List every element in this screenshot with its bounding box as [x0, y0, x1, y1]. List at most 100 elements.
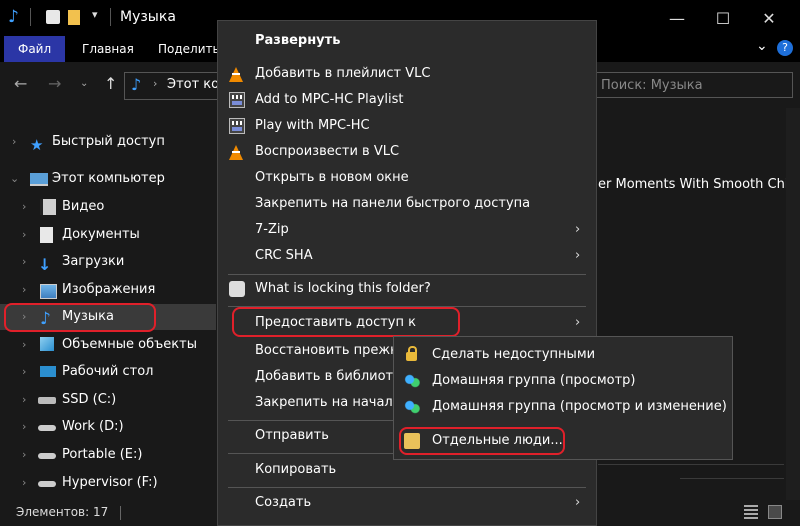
- minimize-button[interactable]: —: [654, 0, 700, 36]
- help-icon[interactable]: ?: [777, 40, 793, 56]
- chevron-right-icon[interactable]: ›: [12, 129, 16, 155]
- chevron-right-icon[interactable]: ›: [22, 277, 26, 303]
- 3d-objects-icon: [40, 337, 54, 351]
- new-folder-icon[interactable]: [68, 10, 80, 25]
- menu-item-label: Воспроизвести в VLC: [255, 144, 400, 159]
- breadcrumb-this-pc[interactable]: Этот ко: [167, 77, 219, 92]
- search-input[interactable]: Поиск: Музыка: [590, 72, 793, 98]
- menu-item-label: Play with MPC-HC: [255, 118, 370, 133]
- chevron-right-icon[interactable]: ›: [22, 332, 26, 358]
- up-arrow-icon[interactable]: ↑: [104, 74, 117, 93]
- properties-check-icon[interactable]: [46, 10, 60, 24]
- menu-item-create[interactable]: Создать ›: [218, 490, 596, 516]
- menu-item-play-mpc[interactable]: Play with MPC-HC: [218, 113, 596, 139]
- items-count: Элементов: 17: [16, 505, 109, 519]
- nav-item-label: Этот компьютер: [52, 171, 165, 186]
- submenu-item-label: Сделать недоступными: [432, 347, 596, 362]
- divider: [110, 8, 111, 26]
- chevron-right-icon[interactable]: ›: [22, 249, 26, 275]
- menu-item-label: Открыть в новом окне: [255, 170, 409, 185]
- chevron-right-icon[interactable]: ›: [22, 222, 26, 248]
- menu-item-crc-sha[interactable]: CRC SHA ›: [218, 243, 596, 269]
- app-music-icon: ♪: [8, 7, 19, 27]
- maximize-button[interactable]: ☐: [700, 0, 746, 36]
- menu-item-open-new-window[interactable]: Открыть в новом окне: [218, 165, 596, 191]
- nav-item-pictures[interactable]: › Изображения: [0, 277, 216, 303]
- menu-item-expand[interactable]: Развернуть: [218, 28, 596, 54]
- nav-item-label: Рабочий стол: [62, 364, 154, 379]
- nav-item-hypervisor-f[interactable]: › Hypervisor (F:): [0, 470, 216, 496]
- menu-item-what-is-locking[interactable]: What is locking this folder?: [218, 276, 596, 302]
- menu-item-pin-quick-access[interactable]: Закрепить на панели быстрого доступа: [218, 191, 596, 217]
- chevron-down-icon[interactable]: ⌄: [10, 166, 19, 192]
- submenu-item-make-private[interactable]: Сделать недоступными: [394, 342, 732, 368]
- menu-item-7zip[interactable]: 7-Zip ›: [218, 217, 596, 243]
- menu-item-label: 7-Zip: [255, 222, 289, 237]
- vertical-scrollbar[interactable]: [786, 108, 800, 500]
- forward-arrow-icon[interactable]: →: [48, 74, 61, 93]
- nav-item-label: Portable (E:): [62, 447, 143, 462]
- menu-item-label: Добавить в библиоте: [255, 369, 402, 384]
- nav-item-portable-e[interactable]: › Portable (E:): [0, 442, 216, 468]
- nav-item-ssd-c[interactable]: › SSD (C:): [0, 387, 216, 413]
- breadcrumb-chevron-icon: ›: [153, 77, 158, 90]
- close-button[interactable]: ✕: [746, 0, 792, 36]
- navigation-pane: › ★ Быстрый доступ ⌄ Этот компьютер › Ви…: [0, 108, 216, 500]
- chevron-right-icon[interactable]: ›: [22, 387, 26, 413]
- tab-home[interactable]: Главная: [68, 36, 148, 62]
- back-arrow-icon[interactable]: ←: [14, 74, 27, 93]
- window-title: Музыка: [120, 9, 176, 25]
- menu-item-label: Развернуть: [255, 33, 341, 48]
- chevron-right-icon: ›: [575, 315, 581, 330]
- nav-item-documents[interactable]: › Документы: [0, 222, 216, 248]
- submenu-item-homegroup-view[interactable]: Домашняя группа (просмотр): [394, 368, 732, 394]
- highlight-ring: [232, 307, 460, 337]
- submenu-item-label: Домашняя группа (просмотр): [432, 373, 636, 388]
- details-view-icon[interactable]: [744, 505, 758, 519]
- large-icons-view-icon[interactable]: [768, 505, 782, 519]
- nav-item-3d-objects[interactable]: › Объемные объекты: [0, 332, 216, 358]
- chevron-right-icon[interactable]: ›: [22, 414, 26, 440]
- nav-item-work-d[interactable]: › Work (D:): [0, 414, 216, 440]
- mpc-hc-icon: [229, 118, 245, 134]
- desktop-icon: [40, 366, 56, 377]
- row-divider: [680, 478, 784, 479]
- menu-item-label: Отправить: [255, 428, 329, 443]
- nav-item-label: Изображения: [62, 282, 156, 297]
- tab-file[interactable]: Файл: [4, 36, 66, 62]
- nav-item-video[interactable]: › Видео: [0, 194, 216, 220]
- quick-access-dropdown-icon[interactable]: ▾: [92, 8, 98, 21]
- nav-item-downloads[interactable]: › ↓ Загрузки: [0, 249, 216, 275]
- downloads-folder-icon: ↓: [38, 255, 52, 274]
- drive-icon: [38, 481, 56, 487]
- status-divider: [120, 506, 121, 520]
- lock-search-icon: [229, 281, 245, 297]
- chevron-right-icon[interactable]: ›: [22, 194, 26, 220]
- menu-item-add-mpc-playlist[interactable]: Add to MPC-HC Playlist: [218, 87, 596, 113]
- highlight-ring: [4, 303, 156, 332]
- address-bar[interactable]: ♪ › Этот ко: [124, 72, 221, 100]
- submenu-item-homegroup-edit[interactable]: Домашняя группа (просмотр и изменение): [394, 394, 732, 420]
- nav-item-desktop[interactable]: › Рабочий стол: [0, 359, 216, 385]
- nav-item-label: Объемные объекты: [62, 337, 197, 352]
- menu-item-play-vlc[interactable]: Воспроизвести в VLC: [218, 139, 596, 165]
- highlight-ring: [399, 427, 565, 455]
- share-submenu: Сделать недоступными Домашняя группа (пр…: [393, 336, 733, 460]
- chevron-right-icon[interactable]: ›: [22, 470, 26, 496]
- chevron-right-icon: ›: [575, 248, 581, 263]
- file-item-name[interactable]: er Moments With Smooth Chill: [598, 177, 796, 192]
- nav-item-this-pc[interactable]: ⌄ Этот компьютер: [0, 166, 216, 192]
- nav-item-label: Загрузки: [62, 254, 125, 269]
- menu-item-copy[interactable]: Копировать: [218, 457, 596, 483]
- collapse-ribbon-icon[interactable]: ⌄: [756, 38, 768, 54]
- submenu-item-label: Домашняя группа (просмотр и изменение): [432, 399, 727, 414]
- chevron-right-icon[interactable]: ›: [22, 442, 26, 468]
- lock-shackle: [408, 346, 417, 354]
- nav-item-label: Work (D:): [62, 419, 124, 434]
- recent-dropdown-icon[interactable]: ⌄: [80, 78, 88, 89]
- chevron-right-icon[interactable]: ›: [22, 359, 26, 385]
- nav-item-quick-access[interactable]: › ★ Быстрый доступ: [0, 129, 216, 155]
- menu-item-label: Копировать: [255, 462, 337, 477]
- menu-item-add-vlc-playlist[interactable]: Добавить в плейлист VLC: [218, 61, 596, 87]
- music-note-icon: ♪: [131, 75, 142, 94]
